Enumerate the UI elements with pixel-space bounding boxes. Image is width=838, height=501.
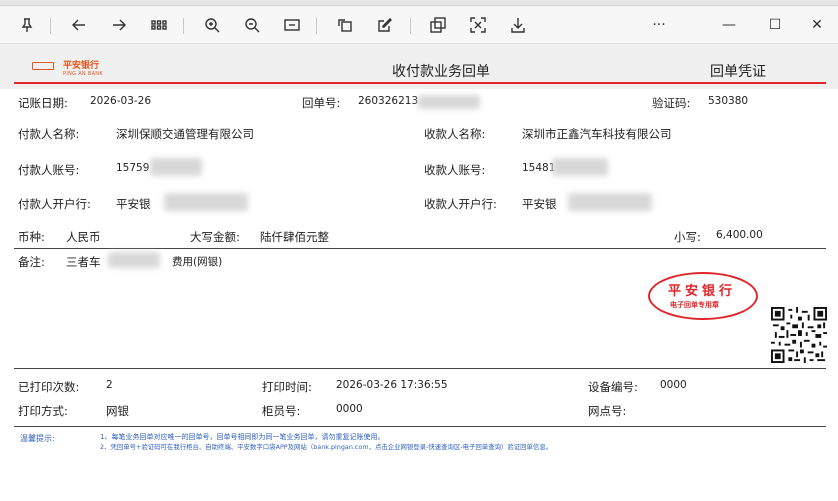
toolbar-divider — [316, 18, 317, 34]
verify-code-label: 验证码: — [652, 96, 691, 110]
payer-bank-value: 平安银 — [116, 197, 151, 211]
currency-value: 人民币 — [66, 230, 101, 244]
seal-subtext: 电子回单专用章 — [670, 301, 719, 309]
amount-label: 小写: — [674, 230, 701, 244]
receipt-title: 收付款业务回单 — [392, 64, 490, 80]
payee-account-value: 15481 — [522, 162, 556, 174]
pin-icon[interactable] — [12, 10, 42, 40]
payee-account-label: 收款人账号: — [424, 163, 486, 177]
device-no-value: 0000 — [660, 379, 687, 391]
redacted-area — [552, 158, 608, 176]
divider-line — [14, 426, 826, 427]
copy-icon[interactable] — [423, 10, 453, 40]
payer-name-value: 深圳保顺交通管理有限公司 — [116, 127, 254, 141]
print-time-value: 2026-03-26 17:36:55 — [336, 379, 448, 391]
date-label: 记账日期: — [18, 96, 68, 110]
bank-logo-subtitle: PING AN BANK — [63, 71, 103, 77]
payee-name-value: 深圳市正鑫汽车科技有限公司 — [522, 127, 672, 141]
currency-label: 币种: — [18, 230, 45, 244]
logo-mark — [32, 62, 54, 70]
redacted-area — [108, 252, 160, 268]
zoom-out-icon[interactable] — [237, 10, 267, 40]
close-icon[interactable]: ✕ — [802, 10, 832, 40]
toolbar-divider — [410, 18, 411, 34]
header-divider — [14, 82, 826, 84]
verify-code-value: 530380 — [708, 95, 749, 107]
amount-value: 6,400.00 — [716, 229, 763, 241]
payer-name-label: 付款人名称: — [18, 127, 80, 141]
receipt-no-label: 回单号: — [302, 96, 341, 110]
device-no-label: 设备编号: — [588, 380, 638, 394]
viewer-toolbar: ··· — ☐ ✕ — [0, 6, 838, 44]
tip-line-1: 1、每笔业务回单对应唯一的回单号，回单号相同即为同一笔业务回单，请勿重复记账使用… — [100, 433, 385, 441]
redacted-area — [164, 193, 248, 211]
teller-no-value: 0000 — [336, 403, 363, 415]
back-icon[interactable] — [64, 10, 94, 40]
tip-line-2: 2、凭回单号+验证码可在我行柜台、自助终端、平安数字口袋APP及网站（bank.… — [100, 443, 553, 451]
rotate-icon[interactable] — [330, 10, 360, 40]
minimize-icon[interactable]: — — [714, 10, 744, 40]
printed-times-label: 已打印次数: — [18, 380, 80, 394]
annotate-icon[interactable] — [370, 10, 400, 40]
maximize-icon[interactable]: ☐ — [760, 10, 790, 40]
payee-bank-label: 收款人开户行: — [424, 197, 497, 211]
tips-label: 温馨提示: — [20, 434, 55, 443]
select-icon[interactable] — [463, 10, 493, 40]
amount-words-label: 大写金额: — [190, 230, 240, 244]
fit-width-icon[interactable] — [277, 10, 307, 40]
payer-account-value: 15759 — [116, 162, 150, 174]
print-method-label: 打印方式: — [18, 404, 68, 418]
qr-code — [771, 307, 827, 363]
payee-name-label: 收款人名称: — [424, 127, 486, 141]
forward-icon[interactable] — [104, 10, 134, 40]
amount-words-value: 陆仟肆佰元整 — [260, 230, 329, 244]
grid-icon[interactable] — [144, 10, 174, 40]
toolbar-divider — [183, 18, 184, 34]
more-icon[interactable]: ··· — [644, 10, 674, 40]
divider-line — [14, 248, 826, 249]
date-value: 2026-03-26 — [90, 95, 152, 107]
remark-value: 三者车 — [66, 255, 101, 269]
voucher-label: 回单凭证 — [710, 64, 766, 80]
redacted-area — [150, 158, 202, 176]
printed-times-value: 2 — [106, 379, 113, 391]
payer-account-label: 付款人账号: — [18, 163, 80, 177]
redacted-area — [568, 193, 652, 211]
toolbar-divider — [50, 18, 51, 34]
branch-no-label: 网点号: — [588, 404, 627, 418]
teller-no-label: 柜员号: — [262, 404, 301, 418]
redacted-area — [418, 95, 480, 109]
print-method-value: 网银 — [106, 404, 129, 418]
receipt-no-value: 260326213 — [358, 95, 419, 107]
divider-line — [14, 368, 826, 369]
remark-suffix: 费用(网银) — [172, 256, 223, 268]
print-time-label: 打印时间: — [262, 380, 312, 394]
bank-logo: 平安银行 — [63, 61, 100, 71]
seal-text: 平安银行 — [668, 284, 737, 299]
remark-label: 备注: — [18, 255, 45, 269]
zoom-in-icon[interactable] — [197, 10, 227, 40]
payer-bank-label: 付款人开户行: — [18, 197, 91, 211]
download-icon[interactable] — [503, 10, 533, 40]
payee-bank-value: 平安银 — [522, 197, 557, 211]
